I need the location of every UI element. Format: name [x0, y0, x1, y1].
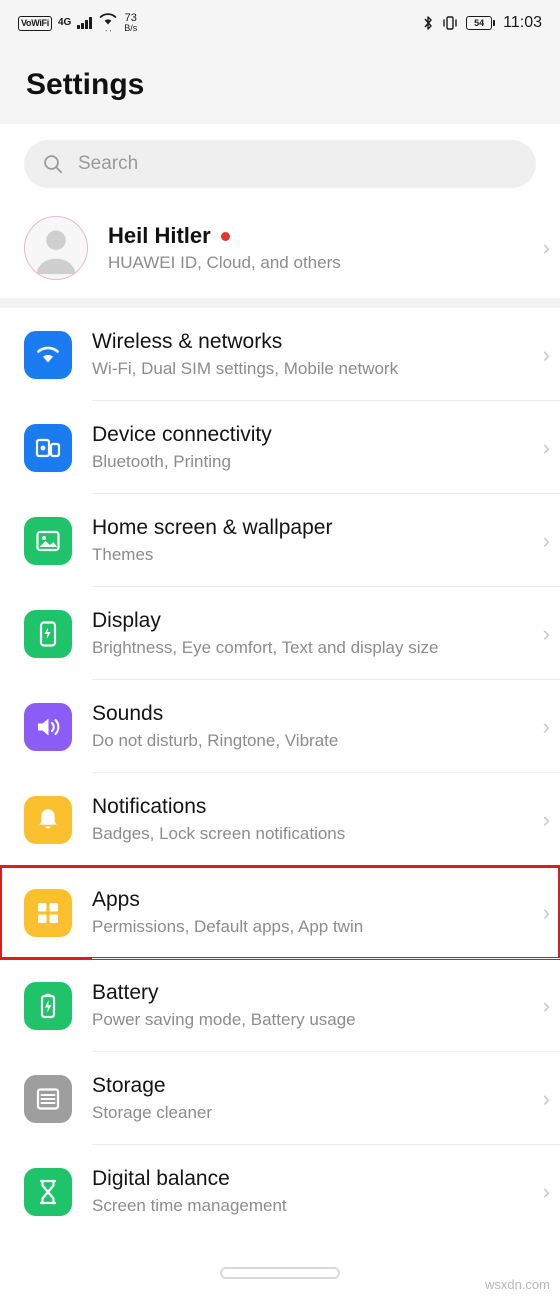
settings-row-text: Home screen & wallpaper Themes — [92, 516, 332, 565]
mobile-signal-icon: 4G — [58, 18, 71, 28]
signal-bars-icon — [77, 17, 93, 29]
settings-row-title: Notifications — [92, 795, 207, 818]
chevron-right-icon: › — [542, 1178, 550, 1204]
settings-row-title: Storage — [92, 1074, 166, 1097]
status-bar: VoWiFi 4G ٠٠ 73 B/s 54 11:03 — [0, 0, 560, 46]
settings-row-subtitle: Bluetooth, Printing — [92, 452, 231, 471]
wifi-icon — [24, 330, 72, 379]
account-name-wrap: Heil Hitler — [108, 223, 341, 249]
settings-row-text: Apps Permissions, Default apps, App twin — [92, 888, 363, 937]
search-section: Search — [0, 124, 560, 202]
chevron-right-icon: › — [542, 434, 550, 460]
settings-row-notifications[interactable]: Notifications Badges, Lock screen notific… — [0, 773, 560, 866]
chevron-right-icon: › — [542, 992, 550, 1018]
home-indicator[interactable] — [220, 1267, 340, 1279]
wifi-dots: ٠٠ — [104, 25, 113, 35]
battery-icon — [24, 981, 72, 1030]
account-name: Heil Hitler — [108, 223, 211, 248]
watermark: wsxdn.com — [484, 1277, 550, 1292]
display-icon — [24, 609, 72, 658]
settings-row-text: Display Brightness, Eye comfort, Text and… — [92, 609, 438, 658]
wifi-glyph — [99, 12, 117, 24]
account-row[interactable]: Heil Hitler HUAWEI ID, Cloud, and others… — [0, 202, 560, 298]
settings-row-subtitle: Themes — [92, 545, 154, 564]
settings-row-subtitle: Badges, Lock screen notifications — [92, 824, 346, 843]
settings-row-display[interactable]: Display Brightness, Eye comfort, Text and… — [0, 587, 560, 680]
settings-row-title: Home screen & wallpaper — [92, 516, 333, 539]
status-bar-left: VoWiFi 4G ٠٠ 73 B/s — [18, 12, 137, 35]
battery-level-label: 54 — [466, 16, 493, 30]
settings-row-storage[interactable]: Storage Storage cleaner › — [0, 1052, 560, 1145]
settings-row-device-connectivity[interactable]: Device connectivity Bluetooth, Printing › — [0, 401, 560, 494]
status-bar-right: 54 11:03 — [422, 14, 542, 32]
page-header: Settings — [0, 46, 560, 124]
chevron-right-icon: › — [542, 899, 550, 925]
chevron-right-icon: › — [542, 235, 550, 260]
battery-icon: 54 — [466, 16, 496, 30]
settings-row-subtitle: Power saving mode, Battery usage — [92, 1010, 356, 1029]
chevron-right-icon: › — [542, 713, 550, 739]
settings-row-title: Wireless & networks — [92, 330, 283, 353]
settings-row-text: Storage Storage cleaner — [92, 1074, 212, 1123]
settings-row-title: Apps — [92, 888, 140, 911]
wifi-status-icon: ٠٠ — [98, 12, 118, 35]
settings-row-text: Battery Power saving mode, Battery usage — [92, 981, 356, 1030]
search-placeholder: Search — [78, 153, 139, 174]
settings-list: Wireless & networks Wi-Fi, Dual SIM setti… — [0, 308, 560, 1238]
navigation-bar — [0, 1246, 560, 1300]
settings-row-sounds[interactable]: Sounds Do not disturb, Ringtone, Vibrate › — [0, 680, 560, 773]
settings-row-digital-balance[interactable]: Digital balance Screen time management › — [0, 1145, 560, 1238]
storage-icon — [24, 1074, 72, 1123]
speaker-icon — [24, 702, 72, 751]
settings-row-battery[interactable]: Battery Power saving mode, Battery usage › — [0, 959, 560, 1052]
settings-row-home-screen-wallpaper[interactable]: Home screen & wallpaper Themes › — [0, 494, 560, 587]
account-subtitle: HUAWEI ID, Cloud, and others — [108, 253, 341, 272]
vibrate-icon — [443, 16, 457, 30]
device-connect-icon — [24, 423, 72, 472]
network-speed-indicator: 73 B/s — [124, 12, 138, 34]
settings-screen: VoWiFi 4G ٠٠ 73 B/s 54 11:03 Settings Se… — [0, 0, 560, 1300]
settings-row-title: Display — [92, 609, 161, 632]
chevron-right-icon: › — [542, 806, 550, 832]
chevron-right-icon: › — [542, 620, 550, 646]
page-title: Settings — [26, 68, 145, 101]
chevron-right-icon: › — [542, 527, 550, 553]
section-divider — [0, 298, 560, 308]
avatar — [24, 216, 88, 280]
chevron-right-icon: › — [542, 1085, 550, 1111]
settings-row-text: Device connectivity Bluetooth, Printing — [92, 423, 272, 472]
settings-row-title: Device connectivity — [92, 423, 272, 446]
account-text: Heil Hitler HUAWEI ID, Cloud, and others — [108, 223, 341, 273]
settings-row-wireless-networks[interactable]: Wireless & networks Wi-Fi, Dual SIM setti… — [0, 308, 560, 401]
settings-row-text: Digital balance Screen time management — [92, 1167, 287, 1216]
row-separator — [92, 958, 560, 959]
settings-row-subtitle: Permissions, Default apps, App twin — [92, 917, 364, 936]
account-badge-dot — [220, 231, 230, 241]
apps-grid-icon — [24, 888, 72, 937]
hourglass-icon — [24, 1167, 72, 1216]
settings-row-title: Battery — [92, 981, 159, 1004]
settings-row-subtitle: Wi-Fi, Dual SIM settings, Mobile network — [92, 359, 399, 378]
chevron-right-icon: › — [542, 341, 550, 367]
settings-row-title: Sounds — [92, 702, 164, 725]
settings-row-apps[interactable]: Apps Permissions, Default apps, App twin › — [0, 865, 560, 960]
avatar-icon — [36, 230, 76, 275]
network-type-label: 4G — [57, 17, 72, 28]
image-icon — [24, 516, 72, 565]
settings-row-subtitle: Brightness, Eye comfort, Text and displa… — [92, 638, 439, 657]
settings-row-title: Digital balance — [92, 1167, 230, 1190]
vowifi-icon: VoWiFi — [18, 15, 52, 31]
settings-row-subtitle: Do not disturb, Ringtone, Vibrate — [92, 731, 339, 750]
settings-row-subtitle: Storage cleaner — [92, 1103, 213, 1122]
search-icon — [44, 155, 63, 174]
settings-row-text: Notifications Badges, Lock screen notific… — [92, 795, 345, 844]
bell-icon — [24, 795, 72, 844]
bluetooth-icon — [424, 16, 432, 30]
settings-row-subtitle: Screen time management — [92, 1196, 287, 1215]
search-input[interactable]: Search — [24, 140, 536, 188]
settings-row-text: Sounds Do not disturb, Ringtone, Vibrate — [92, 702, 338, 751]
speed-unit: B/s — [124, 23, 138, 34]
settings-row-text: Wireless & networks Wi-Fi, Dual SIM setti… — [92, 330, 398, 379]
status-clock: 11:03 — [503, 14, 542, 31]
